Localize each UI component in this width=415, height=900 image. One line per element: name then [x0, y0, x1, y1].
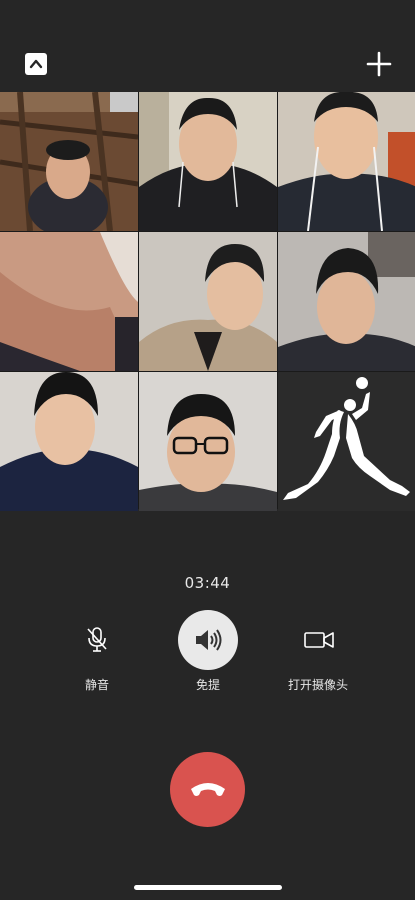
participant-video-tile[interactable]: [139, 232, 277, 371]
participant-video: [0, 372, 138, 511]
minimize-call-button[interactable]: [25, 53, 47, 75]
call-duration: 03:44: [184, 574, 231, 592]
speaker-button-circle[interactable]: [178, 610, 238, 670]
mute-button-circle[interactable]: [67, 610, 127, 670]
microphone-icon: [87, 627, 107, 652]
participant-video-tile[interactable]: [139, 92, 277, 231]
participant-video: [139, 372, 277, 511]
mute-button[interactable]: 静音: [37, 610, 157, 693]
participant-video: [278, 92, 415, 231]
add-participant-button[interactable]: [365, 50, 393, 78]
mute-label: 静音: [84, 678, 109, 692]
camera-label: 打开摄像头: [287, 678, 348, 692]
hang-up-button[interactable]: [170, 752, 245, 827]
chevron-up-icon: [29, 59, 43, 69]
participant-video-tile[interactable]: [139, 372, 277, 511]
participant-video: [0, 232, 138, 371]
participant-video: [278, 232, 415, 371]
plus-icon: [366, 51, 392, 77]
video-camera-icon: [304, 632, 334, 648]
camera-button-circle[interactable]: [288, 610, 348, 670]
speaker-button[interactable]: 免提: [148, 610, 268, 693]
hang-up-phone-icon: [191, 783, 225, 796]
jumpman-logo-icon: [278, 372, 415, 511]
home-indicator[interactable]: [134, 885, 282, 890]
participant-video: [0, 92, 138, 231]
participant-avatar-tile[interactable]: [278, 372, 415, 511]
participant-video-tile[interactable]: [0, 232, 138, 371]
participant-video-tile[interactable]: [278, 92, 415, 231]
speaker-icon: [196, 629, 222, 651]
participant-video-tile[interactable]: [278, 232, 415, 371]
speaker-label: 免提: [195, 678, 220, 692]
participant-video: [139, 92, 277, 231]
call-header: [0, 0, 415, 92]
participant-video-tile[interactable]: [0, 92, 138, 231]
participant-video-grid: [0, 92, 415, 511]
participant-video: [139, 232, 277, 371]
participant-video-tile[interactable]: [0, 372, 138, 511]
camera-button[interactable]: 打开摄像头: [258, 610, 378, 693]
